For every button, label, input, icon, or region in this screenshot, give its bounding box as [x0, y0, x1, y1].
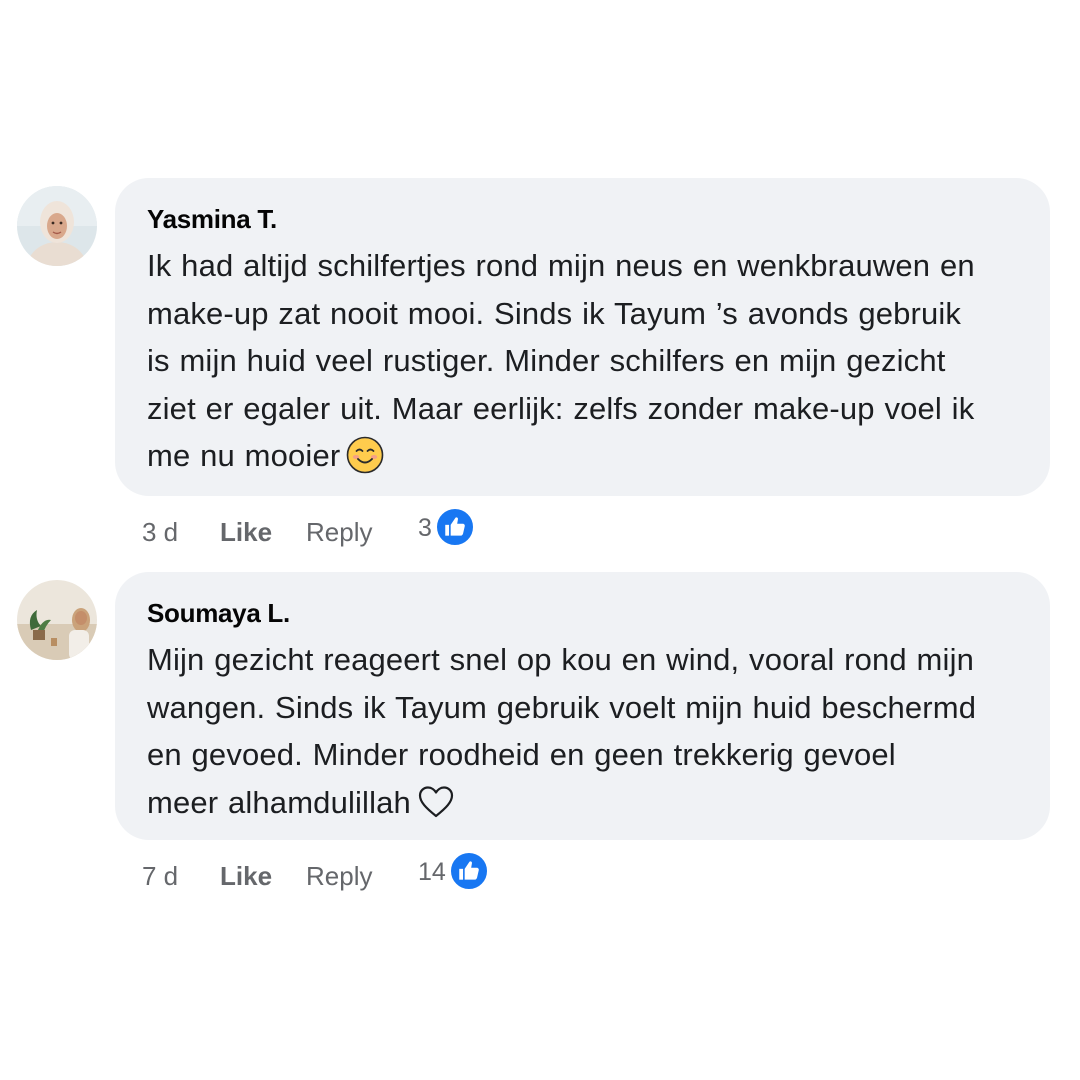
smiling-face-emoji-icon [346, 436, 384, 474]
comment-text: Ik had altijd schilfertjes rond mijn neu… [147, 242, 1022, 480]
comment-author[interactable]: Soumaya L. [147, 596, 1022, 630]
avatar-woman-plants-icon [17, 580, 97, 660]
like-button[interactable]: Like [220, 517, 306, 548]
comment-bubble: Yasmina T. Ik had altijd schilfertjes ro… [115, 178, 1050, 496]
comment-text-line: wangen. Sinds ik Tayum gebruik voelt mij… [147, 689, 977, 725]
comment-text-line: Ik had altijd schilfertjes rond mijn neu… [147, 248, 975, 283]
heart-outline-icon [417, 783, 455, 821]
comment-text-line: me nu mooier [147, 438, 341, 473]
comment-text-line: make-up zat nooit mooi. Sinds ik Tayum ’… [147, 295, 962, 331]
thumbs-up-icon[interactable] [448, 851, 489, 891]
avatar[interactable] [17, 580, 97, 660]
reaction-count[interactable]: 3 [418, 514, 432, 543]
like-button[interactable]: Like [220, 861, 306, 892]
comment-bubble: Soumaya L. Mijn gezicht reageert snel op… [115, 572, 1050, 840]
comment-text-line: ziet er egaler uit. Maar eerlijk: zelfs … [147, 390, 975, 426]
comment-timestamp[interactable]: 3 d [142, 517, 220, 548]
avatar[interactable] [17, 186, 97, 266]
reply-button[interactable]: Reply [306, 861, 418, 892]
comment-text-line: is mijn huid veel rustiger. Minder schil… [147, 343, 946, 378]
thumbs-up-icon[interactable] [434, 507, 475, 547]
comment-author[interactable]: Yasmina T. [147, 202, 1022, 236]
comment-text-line: Mijn gezicht reageert snel op kou en win… [147, 642, 974, 677]
comment-timestamp[interactable]: 7 d [142, 861, 220, 892]
comment-actions: 3 d Like Reply 3 [142, 507, 475, 552]
comment-text: Mijn gezicht reageert snel op kou en win… [147, 636, 1022, 826]
comment-actions: 7 d Like Reply 14 [142, 851, 489, 896]
comment-text-line: meer alhamdulillah [147, 784, 411, 820]
reaction-count[interactable]: 14 [418, 858, 446, 887]
reply-button[interactable]: Reply [306, 517, 418, 548]
avatar-woman-hijab-icon [17, 186, 97, 266]
comment-text-line: en gevoed. Minder roodheid en geen trekk… [147, 737, 896, 772]
